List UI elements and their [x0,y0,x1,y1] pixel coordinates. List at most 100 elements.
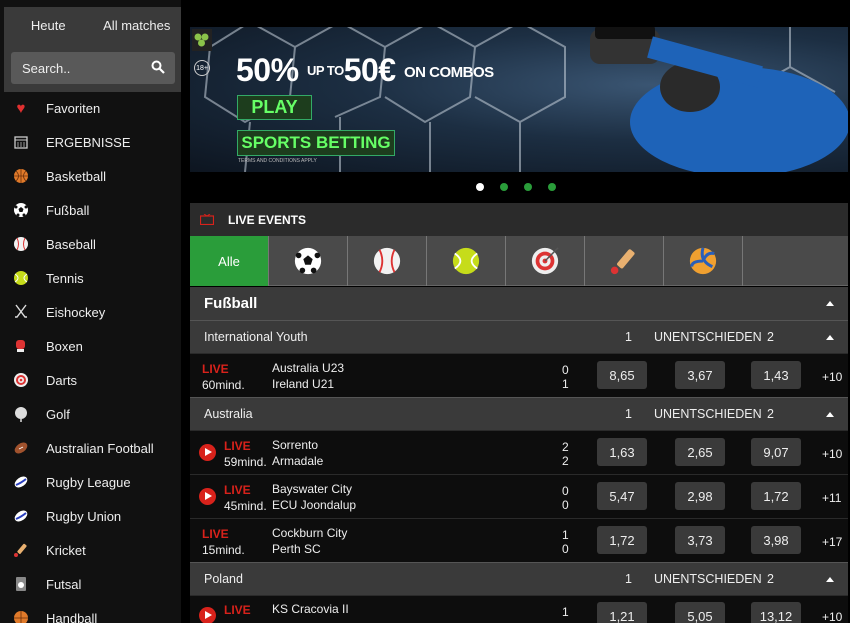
sidebar-item-australian-football[interactable]: Australian Football [0,431,181,465]
play-button[interactable]: PLAY [237,95,312,120]
live-stream-play-icon[interactable] [199,444,216,461]
sidebar: Heute All matches ♥ Favoriten ERGEBNISSE [0,0,181,623]
odd-button-1[interactable]: 1,21 [597,602,647,623]
tab-baseball[interactable] [348,236,427,286]
sidebar-item-handball[interactable]: Handball [0,601,181,623]
odd-button-1[interactable]: 5,47 [597,482,647,510]
search-input[interactable] [22,60,142,76]
odd-button-draw[interactable]: 3,67 [675,361,725,389]
table-row[interactable]: LIVE KS Cracovia II 1 1,21 5,05 13,12 +1… [190,595,848,623]
more-markets-link[interactable]: +11 [822,491,841,505]
col-label-draw: UNENTSCHIEDEN [654,572,762,586]
sidebar-item-baseball[interactable]: Baseball [0,227,181,261]
collapse-caret-icon[interactable] [826,334,834,340]
heart-icon: ♥ [16,99,26,117]
home-team: KS Cracovia II [272,602,349,616]
sidebar-item-darts[interactable]: Darts [0,363,181,397]
odd-button-1[interactable]: 1,72 [597,526,647,554]
tab-alle[interactable]: Alle [190,236,269,286]
league-header[interactable]: Poland 1 UNENTSCHIEDEN 2 [190,562,848,595]
sidebar-item-basketball[interactable]: Basketball [0,159,181,193]
baseball-icon [12,235,30,253]
collapse-caret-icon[interactable] [826,576,834,582]
search-icon[interactable] [151,60,165,74]
sidebar-item-label: Favoriten [46,100,101,116]
sidebar-item-futsal[interactable]: Futsal [0,567,181,601]
col-label-1: 1 [625,572,632,586]
more-markets-link[interactable]: +10 [822,447,842,461]
tab-fussball[interactable] [269,236,348,286]
col-label-1: 1 [625,407,632,421]
sidebar-item-boxen[interactable]: Boxen [0,329,181,363]
odd-button-2[interactable]: 1,72 [751,482,801,510]
sidebar-item-rugby-union[interactable]: Rugby Union [0,499,181,533]
sidebar-item-eishockey[interactable]: Eishockey [0,295,181,329]
odd-button-draw[interactable]: 5,05 [675,602,725,623]
odd-button-draw[interactable]: 2,65 [675,438,725,466]
sidebar-item-label: Rugby Union [46,508,122,524]
calendar-icon [12,133,30,151]
sidebar-item-ergebnisse[interactable]: ERGEBNISSE [0,125,181,159]
section-fussball-header[interactable]: Fußball [190,287,848,320]
brand-logo-icon [192,29,212,51]
col-label-2: 2 [767,330,774,344]
soccer-ball-icon [12,201,30,219]
sidebar-item-label: Australian Football [46,440,154,456]
odd-button-2[interactable]: 1,43 [751,361,801,389]
promo-banner[interactable]: 18+ 50% UP TO50€ ON COMBOS PLAY SPORTS B… [190,27,848,172]
match-minutes: 59mind. [224,455,267,469]
collapse-caret-icon[interactable] [826,411,834,417]
odd-button-1[interactable]: 1,63 [597,438,647,466]
league-header[interactable]: International Youth 1 UNENTSCHIEDEN 2 [190,320,848,353]
hockey-sticks-icon [12,303,30,321]
live-events-header: LIVE EVENTS [190,203,848,236]
odd-button-2[interactable]: 3,98 [751,526,801,554]
more-markets-link[interactable]: +17 [822,535,842,549]
tab-darts[interactable] [506,236,585,286]
more-markets-link[interactable]: +10 [822,370,842,384]
carousel-dot[interactable] [500,183,508,191]
search-field[interactable] [11,52,175,84]
live-stream-play-icon[interactable] [199,488,216,505]
soccer-ball-icon [294,247,322,275]
promo-up-to: UP TO [306,63,344,78]
table-row[interactable]: LIVE 60mind. Australia U23 Ireland U21 0… [190,353,848,397]
sidebar-item-fussball[interactable]: Fußball [0,193,181,227]
live-events-title: LIVE EVENTS [228,212,307,227]
tab-kricket[interactable] [585,236,664,286]
sidebar-item-rugby-league[interactable]: Rugby League [0,465,181,499]
sidebar-item-tennis[interactable]: Tennis [0,261,181,295]
carousel-dot[interactable] [524,183,532,191]
tv-icon [200,214,214,225]
sidebar-item-kricket[interactable]: Kricket [0,533,181,567]
odd-button-2[interactable]: 13,12 [751,602,801,623]
sidebar-item-favoriten[interactable]: ♥ Favoriten [0,91,181,125]
table-row[interactable]: LIVE 45mind. Bayswater City ECU Joondalu… [190,474,848,518]
sports-betting-button[interactable]: SPORTS BETTING [237,130,395,156]
collapse-caret-icon[interactable] [826,301,834,306]
table-row[interactable]: LIVE 15mind. Cockburn City Perth SC 1 0 … [190,518,848,562]
carousel-dot[interactable] [476,183,484,191]
odd-button-draw[interactable]: 3,73 [675,526,725,554]
sidebar-item-golf[interactable]: Golf [0,397,181,431]
live-stream-play-icon[interactable] [199,607,216,623]
odd-button-draw[interactable]: 2,98 [675,482,725,510]
odd-button-2[interactable]: 9,07 [751,438,801,466]
australian-football-icon [12,439,30,457]
rugby-ball-icon [12,473,30,491]
sidebar-item-label: Handball [46,610,98,623]
table-row[interactable]: LIVE 59mind. Sorrento Armadale 2 2 1,63 … [190,430,848,474]
carousel-dots [476,183,556,191]
tab-all-matches[interactable]: All matches [93,7,182,44]
league-header[interactable]: Australia 1 UNENTSCHIEDEN 2 [190,397,848,430]
home-score: 0 [562,363,569,377]
more-markets-link[interactable]: +10 [822,610,842,623]
tab-volleyball[interactable] [664,236,743,286]
sidebar-item-label: Darts [46,372,78,388]
carousel-dot[interactable] [548,183,556,191]
live-label: LIVE [202,362,229,376]
promo-amount: 50€ [343,52,396,88]
odd-button-1[interactable]: 8,65 [597,361,647,389]
tab-heute[interactable]: Heute [4,7,93,44]
tab-tennis[interactable] [427,236,506,286]
